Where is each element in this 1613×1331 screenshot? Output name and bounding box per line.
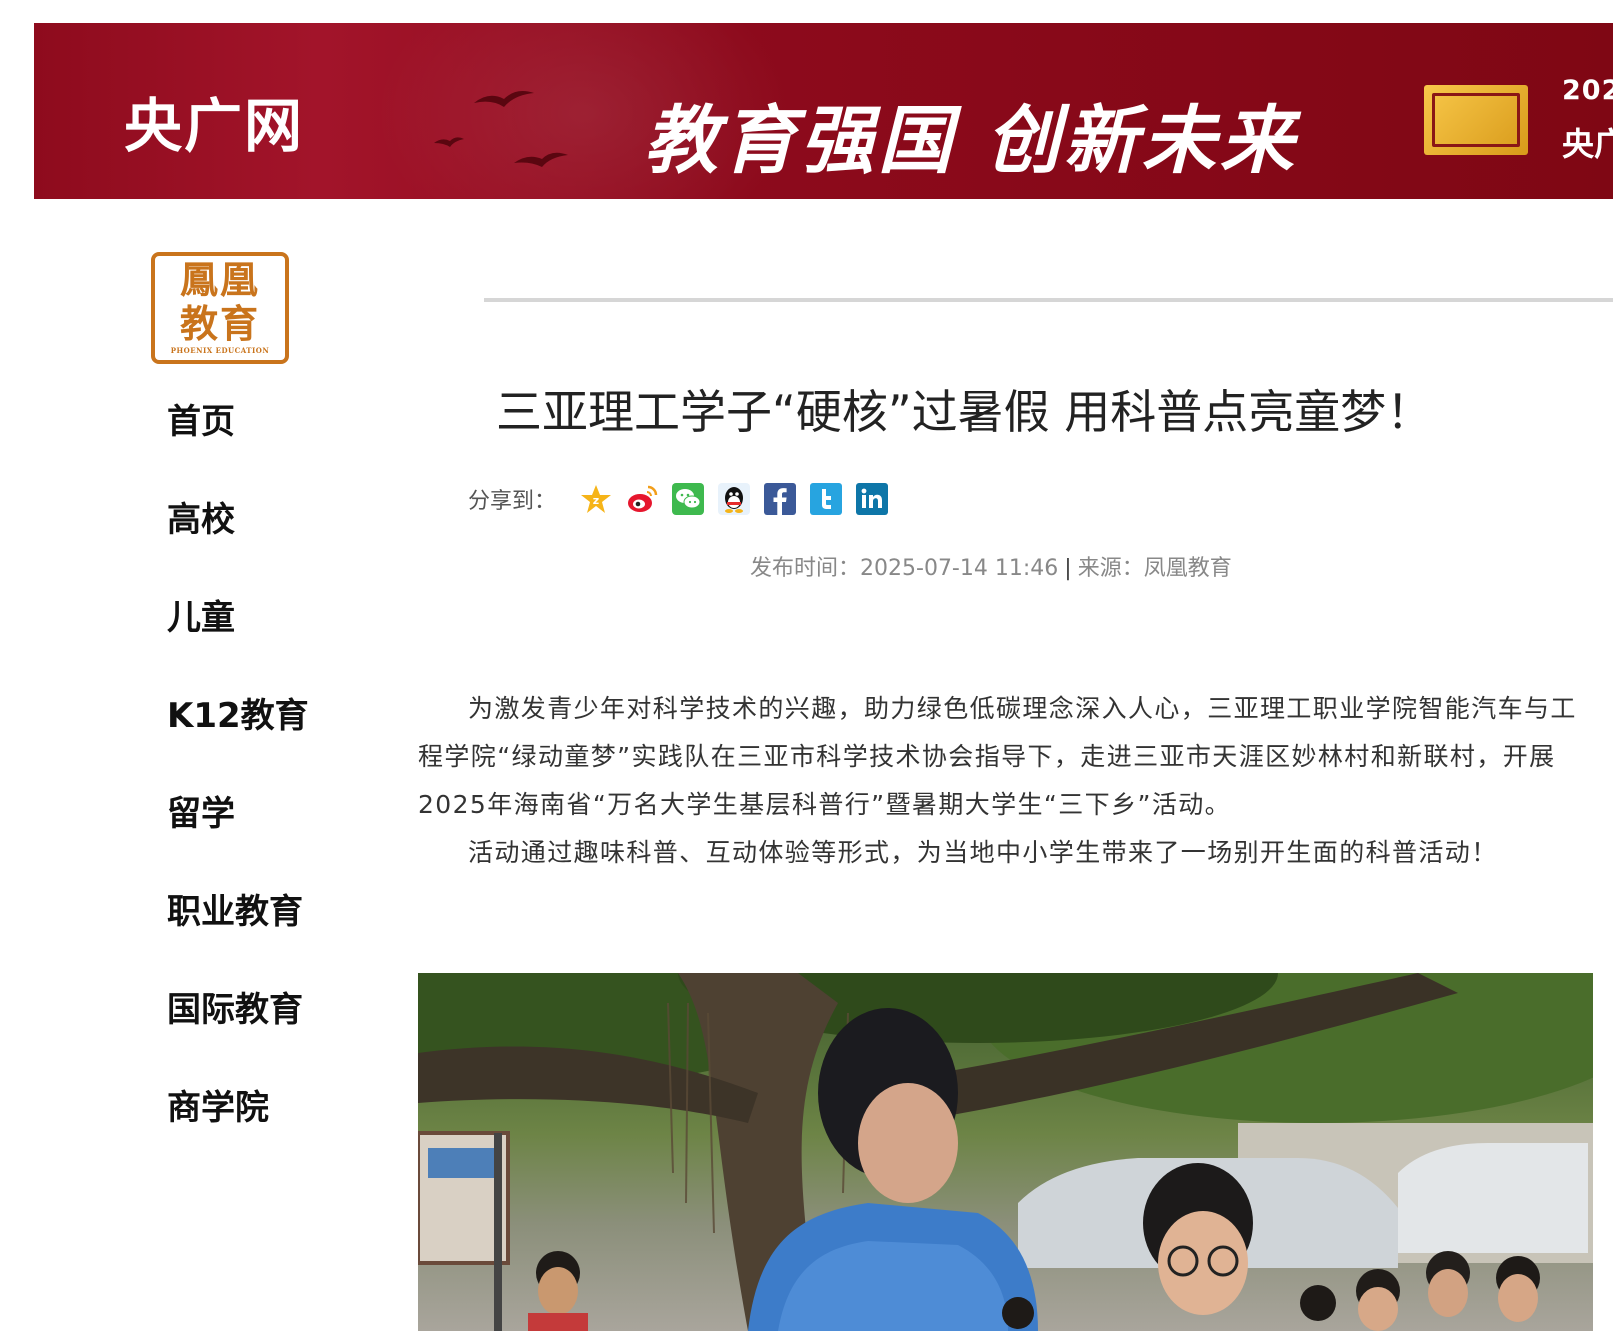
source-link[interactable]: 凤凰教育 bbox=[1144, 556, 1232, 581]
banner-org: 央广 bbox=[1562, 125, 1613, 163]
share-bar: 分享到： z bbox=[468, 482, 902, 516]
paragraph-2: 活动通过趣味科普、互动体验等形式，为当地中小学生带来了一场别开生面的科普活动！ bbox=[468, 838, 1498, 867]
source-label: 来源： bbox=[1077, 556, 1144, 581]
nav-item-business-school[interactable]: 商学院 bbox=[167, 1080, 309, 1178]
logo-subtitle: PHOENIX EDUCATION bbox=[170, 346, 270, 355]
twitter-icon[interactable] bbox=[810, 483, 843, 515]
share-label: 分享到： bbox=[468, 489, 557, 514]
phoenix-education-logo[interactable]: 鳳凰 教育 PHOENIX EDUCATION bbox=[151, 252, 289, 364]
sidebar-nav: 首页 高校 儿童 K12教育 留学 职业教育 国际教育 商学院 bbox=[167, 394, 309, 1178]
weibo-icon[interactable] bbox=[626, 483, 658, 515]
banner-slogan: 教育强国 创新未来 bbox=[644, 98, 1298, 184]
article-title: 三亚理工学子“硬核”过暑假 用科普点亮童梦！ bbox=[496, 385, 1433, 439]
cnr-logo: 央广网 bbox=[124, 92, 305, 160]
publish-time: 2025-07-14 11:46 bbox=[860, 556, 1059, 581]
photo-scene bbox=[418, 973, 1593, 1331]
nav-item-study-abroad[interactable]: 留学 bbox=[167, 786, 309, 884]
qq-icon[interactable] bbox=[718, 483, 751, 515]
paragraph-1: 为激发青少年对科学技术的兴趣，助力绿色低碳理念深入人心，三亚理工职业学院智能汽车… bbox=[418, 694, 1577, 819]
article-body: 为激发青少年对科学技术的兴趣，助力绿色低碳理念深入人心，三亚理工职业学院智能汽车… bbox=[418, 685, 1592, 877]
nav-item-international[interactable]: 国际教育 bbox=[167, 982, 309, 1080]
nav-item-home[interactable]: 首页 bbox=[167, 394, 309, 492]
top-banner[interactable]: 央广网 教育强国 创新未来 2024 央广 bbox=[34, 23, 1613, 199]
article-meta: 发布时间：2025-07-14 11:46 | 来源：凤凰教育 bbox=[750, 550, 1232, 582]
wechat-icon[interactable] bbox=[672, 483, 705, 515]
meta-separator: | bbox=[1064, 556, 1072, 581]
linkedin-icon[interactable] bbox=[856, 483, 889, 515]
publish-label: 发布时间： bbox=[750, 556, 861, 581]
article-photo bbox=[418, 973, 1593, 1331]
seal-logo bbox=[1424, 85, 1528, 155]
logo-line-1: 鳳凰 bbox=[179, 257, 260, 302]
qzone-icon[interactable]: z bbox=[580, 483, 612, 515]
facebook-icon[interactable] bbox=[764, 483, 797, 515]
header-divider bbox=[484, 298, 1613, 302]
nav-item-children[interactable]: 儿童 bbox=[167, 590, 309, 688]
nav-item-vocational[interactable]: 职业教育 bbox=[167, 884, 309, 982]
birds-icon bbox=[434, 91, 568, 167]
nav-item-universities[interactable]: 高校 bbox=[167, 492, 309, 590]
svg-text:z: z bbox=[593, 494, 599, 507]
logo-line-2: 教育 bbox=[179, 301, 260, 346]
nav-item-k12[interactable]: K12教育 bbox=[167, 688, 309, 786]
banner-year: 2024 bbox=[1562, 75, 1613, 106]
